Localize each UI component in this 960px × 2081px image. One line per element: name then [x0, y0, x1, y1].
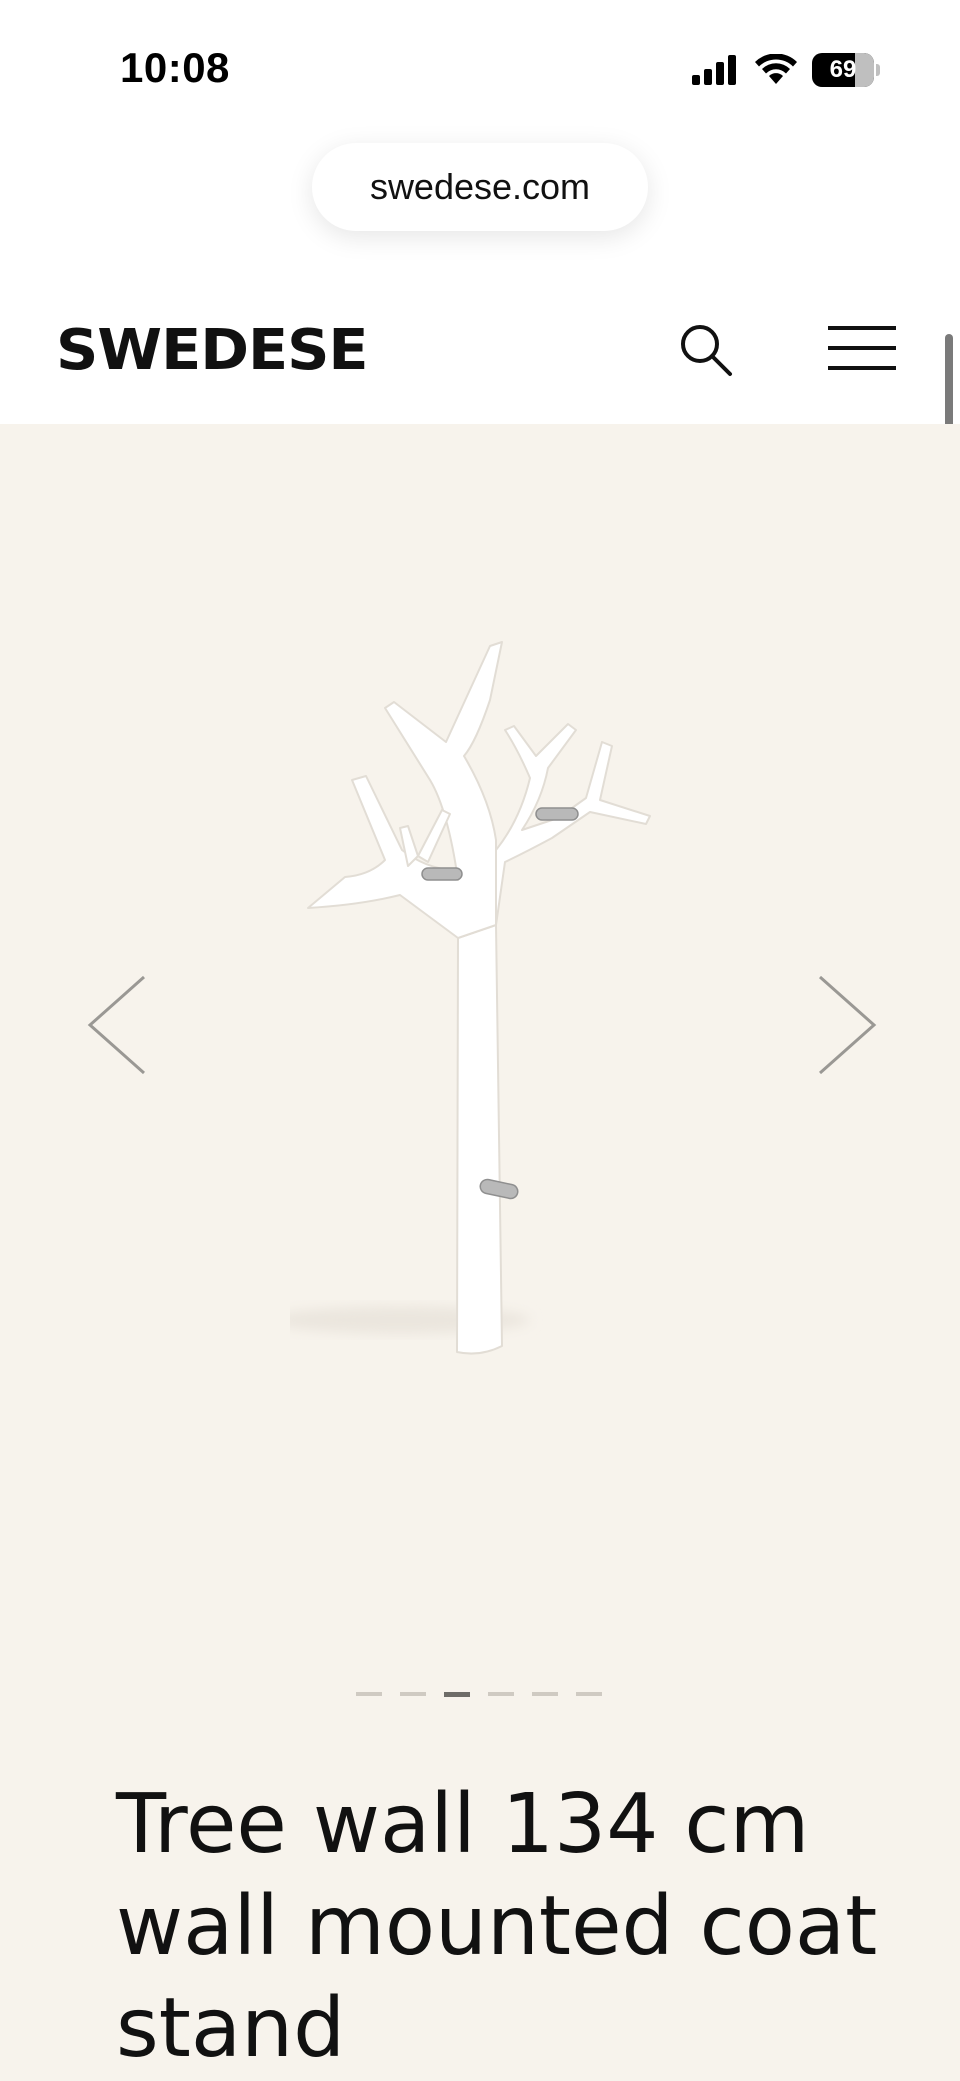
- signal-icon: [692, 55, 736, 85]
- menu-icon[interactable]: [826, 320, 898, 380]
- swedese-logo[interactable]: SWEDESE: [56, 318, 369, 383]
- product-info: Tree wall 134 cm wall mounted coat stand: [0, 1704, 960, 2081]
- product-title: Tree wall 134 cm wall mounted coat stand: [116, 1777, 878, 2076]
- search-icon[interactable]: [676, 320, 736, 380]
- carousel-dot[interactable]: [576, 1692, 602, 1696]
- carousel-dot[interactable]: [400, 1692, 426, 1696]
- status-time: 10:08: [120, 44, 230, 91]
- carousel-dot[interactable]: [356, 1692, 382, 1696]
- wifi-icon: [755, 54, 797, 84]
- arrow-left-icon[interactable]: [86, 973, 150, 1077]
- product-image: [290, 641, 651, 1355]
- carousel-dot[interactable]: [532, 1692, 558, 1696]
- carousel-indicators: [356, 1692, 602, 1698]
- status-icons: 69: [692, 50, 880, 90]
- site-header: SWEDESE: [0, 300, 960, 424]
- arrow-right-icon[interactable]: [814, 973, 878, 1077]
- url-text: swedese.com: [369, 166, 591, 207]
- status-bar: 10:08 69: [0, 0, 960, 130]
- battery-icon: 69: [812, 53, 874, 87]
- url-bar[interactable]: swedese.com: [312, 143, 648, 231]
- battery-percent: 69: [829, 56, 857, 83]
- carousel-dot-active[interactable]: [444, 1692, 470, 1697]
- carousel-dot[interactable]: [488, 1692, 514, 1696]
- battery-nub: [876, 64, 880, 76]
